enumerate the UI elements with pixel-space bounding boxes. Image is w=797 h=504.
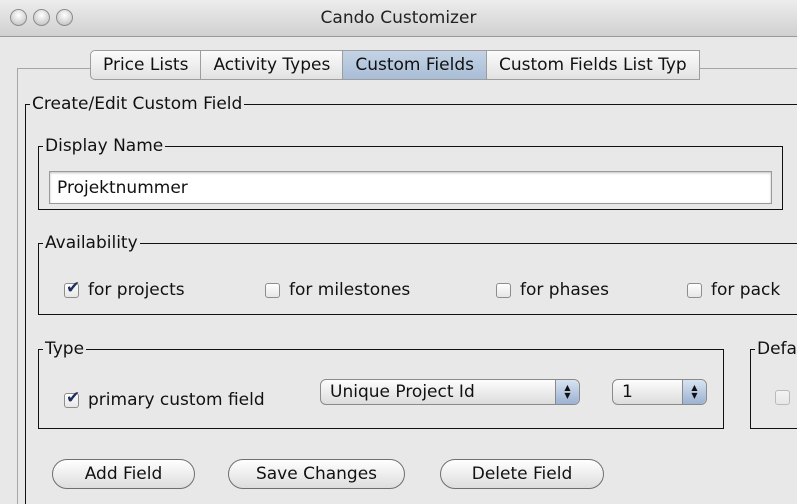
number-select[interactable]: 1 ▲ ▼ <box>612 379 707 405</box>
display-name-group: Display Name <box>38 135 783 210</box>
tab-activity-types[interactable]: Activity Types <box>201 50 344 80</box>
save-changes-button[interactable]: Save Changes <box>228 459 405 489</box>
availability-legend: Availability <box>43 232 140 254</box>
checkbox-icon <box>775 390 790 405</box>
for-projects-checkbox[interactable]: for projects <box>64 278 185 300</box>
checkbox-icon <box>687 282 702 298</box>
tab-bar: Price Lists Activity Types Custom Fields… <box>90 50 700 80</box>
for-packages-label: for pack <box>711 280 781 300</box>
window-titlebar: Cando Customizer <box>0 0 797 37</box>
checkbox-icon <box>496 282 511 298</box>
type-select-value: Unique Project Id <box>330 382 475 402</box>
availability-group: Availability <box>38 232 797 315</box>
tab-price-lists[interactable]: Price Lists <box>90 50 202 80</box>
add-field-button[interactable]: Add Field <box>52 459 195 489</box>
default-group: Defa <box>750 338 797 429</box>
type-select[interactable]: Unique Project Id ▲ ▼ <box>320 379 580 405</box>
for-phases-label: for phases <box>520 280 609 300</box>
checkbox-checked-icon <box>64 388 80 408</box>
tab-custom-fields-list-types[interactable]: Custom Fields List Typ <box>486 50 700 80</box>
window-content: Price Lists Activity Types Custom Fields… <box>0 38 797 504</box>
default-legend: Defa <box>755 338 797 360</box>
for-phases-checkbox[interactable]: for phases <box>496 280 609 300</box>
select-arrows-icon: ▲ ▼ <box>682 380 706 404</box>
for-milestones-label: for milestones <box>289 280 411 300</box>
primary-custom-field-checkbox[interactable]: primary custom field <box>64 388 265 410</box>
create-edit-legend: Create/Edit Custom Field <box>30 93 245 115</box>
checkbox-checked-icon <box>64 278 80 298</box>
display-name-input[interactable] <box>49 171 772 204</box>
for-milestones-checkbox[interactable]: for milestones <box>265 280 410 300</box>
primary-custom-field-label: primary custom field <box>88 390 265 410</box>
tab-custom-fields[interactable]: Custom Fields <box>343 50 487 80</box>
display-name-legend: Display Name <box>43 135 166 157</box>
number-select-value: 1 <box>622 382 633 402</box>
delete-field-button[interactable]: Delete Field <box>440 459 604 489</box>
for-projects-label: for projects <box>88 280 185 300</box>
checkbox-icon <box>265 282 280 298</box>
type-legend: Type <box>43 338 87 360</box>
window-title: Cando Customizer <box>320 8 477 28</box>
default-checkbox[interactable] <box>775 390 797 405</box>
for-packages-checkbox[interactable]: for pack <box>687 280 780 300</box>
select-arrows-icon: ▲ ▼ <box>555 380 579 404</box>
